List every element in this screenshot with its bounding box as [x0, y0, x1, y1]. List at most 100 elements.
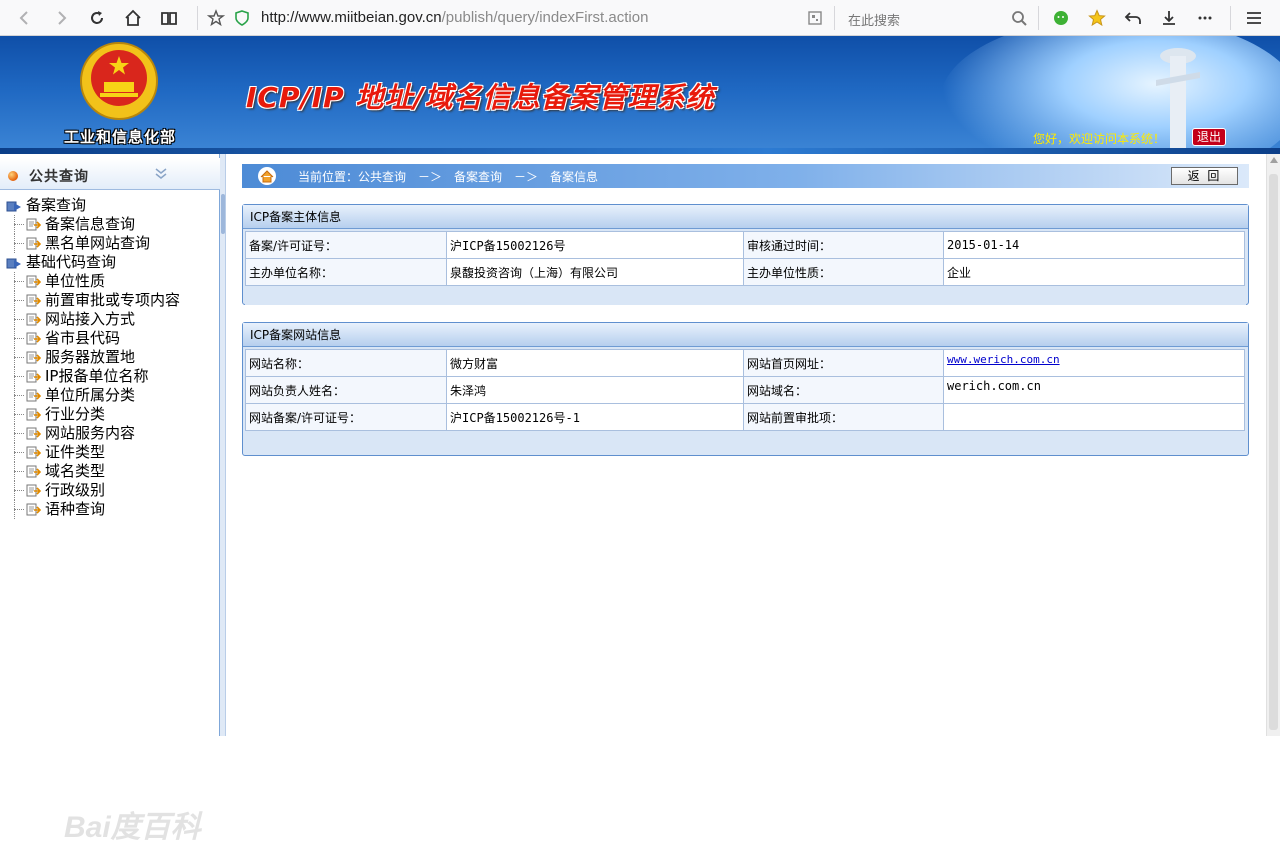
field-value: [943, 403, 1245, 431]
home-icon[interactable]: [122, 7, 144, 29]
logout-button[interactable]: 退出: [1192, 128, 1226, 146]
shield-icon[interactable]: [231, 7, 253, 29]
forward-arrow-icon[interactable]: [50, 7, 72, 29]
tree-connector: [14, 395, 24, 396]
sidebar-header[interactable]: 公共查询: [0, 158, 220, 190]
reader-view-icon[interactable]: [158, 7, 180, 29]
search-placeholder: 在此搜索: [848, 14, 901, 29]
bookmark-star-icon[interactable]: [205, 7, 227, 29]
website-url-link[interactable]: www.werich.com.cn: [947, 353, 1060, 366]
document-arrow-icon: [26, 237, 41, 250]
tree-leaf[interactable]: 域名类型: [0, 462, 220, 481]
tree-leaf[interactable]: 语种查询: [0, 500, 220, 519]
ministry-name: 工业和信息化部: [64, 128, 177, 146]
undo-icon[interactable]: [1122, 7, 1144, 29]
tree-item-label: 备案查询: [26, 196, 87, 214]
tree-leaf[interactable]: 黑名单网站查询: [0, 234, 220, 253]
panel-title: ICP备案主体信息: [243, 205, 1248, 229]
tree-folder[interactable]: 基础代码查询: [0, 253, 220, 272]
browser-toolbar: http://www.miitbeian.gov.cn/publish/quer…: [0, 0, 1280, 36]
field-value: www.werich.com.cn: [943, 349, 1245, 377]
tree-item-label: 网站接入方式: [45, 310, 136, 328]
document-arrow-icon: [26, 313, 41, 326]
breadcrumb: 当前位置：公共查询 －＞ 备案查询 －＞ 备案信息: [242, 164, 1249, 188]
document-arrow-icon: [26, 427, 41, 440]
more-icon[interactable]: [1194, 7, 1216, 29]
qr-code-icon[interactable]: [804, 7, 826, 29]
tree-leaf[interactable]: 行业分类: [0, 405, 220, 424]
favorites-star-icon[interactable]: [1086, 7, 1108, 29]
menu-icon[interactable]: [1243, 7, 1265, 29]
wechat-icon[interactable]: [1050, 7, 1072, 29]
search-box[interactable]: 在此搜索: [840, 5, 1036, 31]
document-arrow-icon: [26, 218, 41, 231]
sidebar: 公共查询 备案查询 备案信息查询 黑名单网站查询 基础代码查询 单位性质 前置审批或专项内…: [0, 154, 220, 844]
table-row: 备案/许可证号： 沪ICP备15002126号 审核通过时间： 2015-01-14: [245, 231, 1245, 259]
back-arrow-icon[interactable]: [14, 7, 36, 29]
tree-item-label: 省市县代码: [45, 329, 121, 347]
toolbar-separator: [197, 6, 198, 30]
tree-leaf[interactable]: 备案信息查询: [0, 215, 220, 234]
tree-leaf[interactable]: 单位所属分类: [0, 386, 220, 405]
field-label: 网站名称：: [245, 349, 447, 377]
url-bar[interactable]: http://www.miitbeian.gov.cn/publish/quer…: [203, 5, 833, 31]
sidebar-splitter[interactable]: [220, 154, 226, 736]
baidu-watermark: Bai度百科: [64, 811, 201, 844]
document-arrow-icon: [26, 465, 41, 478]
tree-leaf[interactable]: 证件类型: [0, 443, 220, 462]
document-arrow-icon: [26, 275, 41, 288]
tree-leaf[interactable]: 省市县代码: [0, 329, 220, 348]
page-scrollbar[interactable]: [1266, 154, 1280, 736]
tree-item-label: 服务器放置地: [45, 348, 136, 366]
scrollbar-thumb[interactable]: [1269, 174, 1278, 730]
splitter-handle[interactable]: [221, 194, 225, 234]
tree-item-label: 黑名单网站查询: [45, 234, 151, 252]
tree-leaf[interactable]: 单位性质: [0, 272, 220, 291]
national-emblem-icon: [80, 42, 158, 120]
field-label: 主办单位名称：: [245, 258, 447, 286]
breadcrumb-arrow: －＞: [418, 170, 443, 184]
breadcrumb-item-query[interactable]: 备案查询: [454, 168, 502, 185]
toolbar-separator: [1230, 6, 1231, 30]
panel-footer: [245, 287, 1246, 305]
document-arrow-icon: [26, 389, 41, 402]
double-chevron-down-icon[interactable]: [154, 167, 168, 181]
search-icon[interactable]: [1008, 7, 1030, 29]
download-icon[interactable]: [1158, 7, 1180, 29]
tree-folder[interactable]: 备案查询: [0, 196, 220, 215]
tree-connector: [14, 509, 24, 510]
tree-connector: [14, 471, 24, 472]
tree-leaf[interactable]: 前置审批或专项内容: [0, 291, 220, 310]
document-arrow-icon: [26, 503, 41, 516]
field-label: 网站域名：: [743, 376, 944, 404]
tree-item-label: 网站服务内容: [45, 424, 136, 442]
tree-item-label: 单位性质: [45, 272, 106, 290]
toolbar-separator: [1038, 6, 1039, 30]
tree-leaf[interactable]: 行政级别: [0, 481, 220, 500]
tree-connector: [14, 300, 24, 301]
field-value: 微方财富: [446, 349, 744, 377]
home-icon[interactable]: [257, 167, 277, 185]
url-host: http://www.miitbeian.gov.cn: [261, 9, 442, 26]
folder-arrow-icon: [6, 201, 21, 212]
tree-leaf[interactable]: 网站接入方式: [0, 310, 220, 329]
scroll-up-icon[interactable]: [1270, 157, 1278, 163]
tree-leaf[interactable]: 服务器放置地: [0, 348, 220, 367]
tree-leaf[interactable]: 网站服务内容: [0, 424, 220, 443]
tree-connector: [14, 452, 24, 453]
tree-item-label: 域名类型: [45, 462, 106, 480]
nav-tree: 备案查询 备案信息查询 黑名单网站查询 基础代码查询 单位性质 前置审批或专项内容 网站接入…: [0, 196, 220, 519]
field-value: 2015-01-14: [943, 231, 1245, 259]
reload-icon[interactable]: [86, 7, 108, 29]
breadcrumb-arrow: －＞: [514, 170, 539, 184]
tree-item-label: 基础代码查询: [26, 253, 117, 271]
panel-footer: [245, 435, 1246, 453]
back-button[interactable]: 返 回: [1171, 167, 1238, 185]
tree-leaf[interactable]: IP报备单位名称: [0, 367, 220, 386]
field-label: 备案/许可证号：: [245, 231, 447, 259]
sidebar-title: 公共查询: [29, 169, 89, 185]
field-value: werich.com.cn: [943, 376, 1245, 404]
icp-site-panel: ICP备案网站信息 网站名称： 微方财富 网站首页网址： www.werich.com…: [242, 322, 1249, 456]
tree-connector: [14, 490, 24, 491]
url-text[interactable]: http://www.miitbeian.gov.cn/publish/quer…: [261, 9, 648, 26]
